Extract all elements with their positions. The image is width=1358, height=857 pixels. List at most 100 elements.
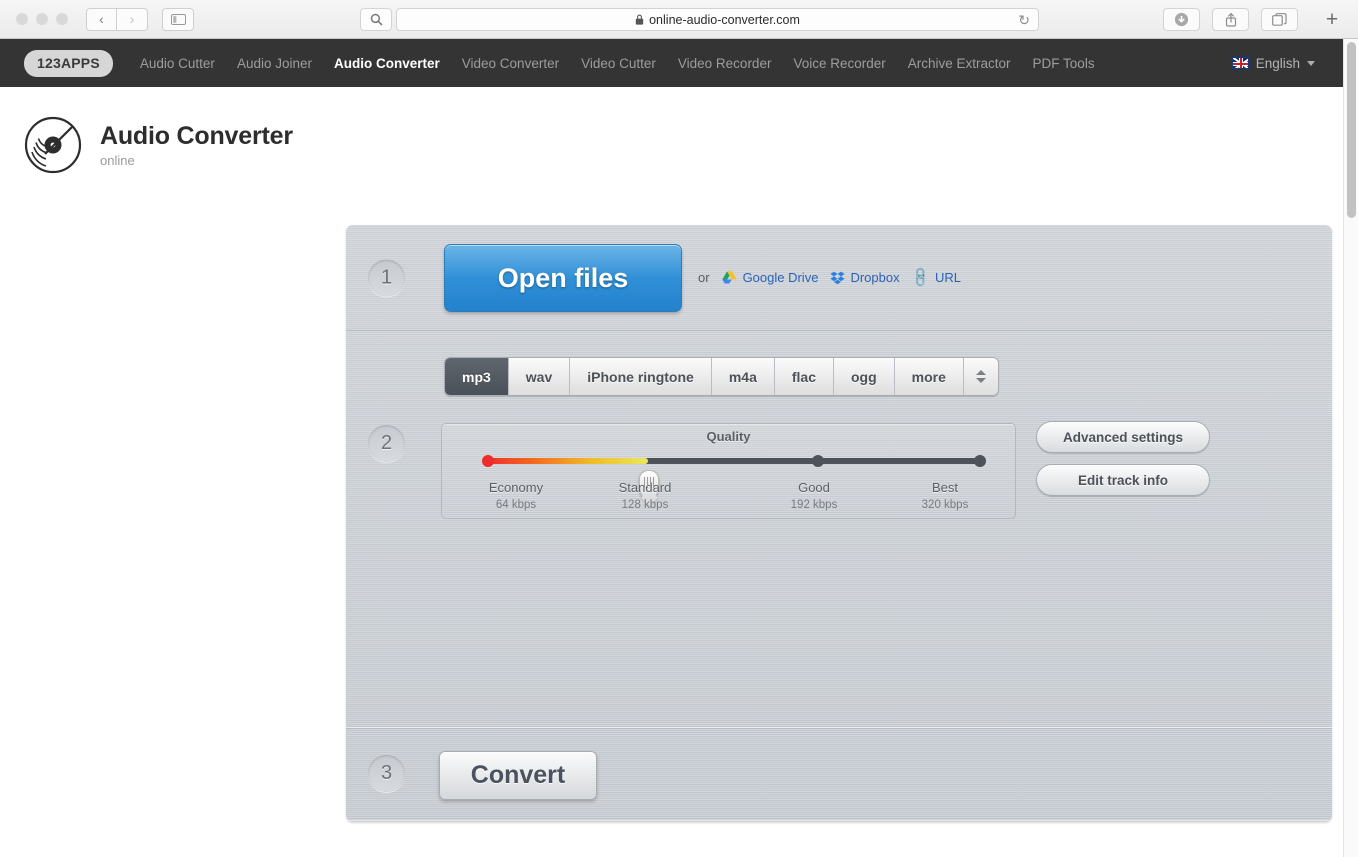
format-tab-wav[interactable]: wav — [509, 358, 570, 395]
open-files-button[interactable]: Open files — [444, 244, 682, 312]
slider-grip-icon — [644, 477, 654, 488]
advanced-settings-button[interactable]: Advanced settings — [1036, 421, 1210, 453]
window-traffic-lights[interactable] — [16, 13, 68, 25]
close-window-button[interactable] — [16, 13, 28, 25]
scrollbar-thumb[interactable] — [1347, 42, 1356, 218]
sidebar-toggle-button[interactable] — [162, 8, 194, 31]
page-title: Audio Converter — [100, 122, 293, 151]
dropbox-source-link[interactable]: Dropbox — [830, 270, 899, 285]
nav-item-video-cutter[interactable]: Video Cutter — [581, 56, 656, 71]
quality-slider-track[interactable] — [484, 458, 980, 464]
output-format-tabs: mp3 wav iPhone ringtone m4a flac ogg mor… — [444, 357, 999, 396]
share-button[interactable] — [1212, 8, 1249, 31]
show-tabs-button[interactable] — [1261, 8, 1298, 31]
or-label: or — [698, 270, 710, 285]
download-icon — [1174, 12, 1189, 27]
settings-buttons: Advanced settings Edit track info — [1036, 421, 1210, 496]
quality-stop-good[interactable] — [812, 455, 824, 467]
dropbox-label: Dropbox — [850, 270, 899, 285]
nav-item-audio-cutter[interactable]: Audio Cutter — [140, 56, 215, 71]
nav-item-audio-converter[interactable]: Audio Converter — [334, 56, 440, 71]
google-drive-icon — [722, 271, 737, 284]
page-subtitle: online — [100, 153, 293, 168]
quality-title: Quality — [442, 429, 1015, 444]
downloads-button[interactable] — [1163, 8, 1200, 31]
site-navigation-bar: 123APPS Audio Cutter Audio Joiner Audio … — [0, 39, 1343, 87]
quality-label-good[interactable]: Good 192 kbps — [758, 480, 870, 511]
maximize-window-button[interactable] — [56, 13, 68, 25]
language-label: English — [1256, 56, 1300, 71]
step-2-section: 2 mp3 wav iPhone ringtone m4a flac ogg m… — [346, 330, 1332, 728]
back-icon: ‹ — [99, 11, 104, 27]
sidebar-icon — [171, 14, 186, 25]
quality-label-economy[interactable]: Economy 64 kbps — [460, 480, 572, 511]
new-tab-button[interactable]: + — [1314, 5, 1350, 35]
navigation-buttons[interactable]: ‹ › — [86, 8, 148, 31]
quality-bitrate-economy: 64 kbps — [460, 499, 572, 511]
chevron-down-icon — [1307, 61, 1315, 66]
vinyl-record-icon — [24, 116, 82, 174]
nav-items: Audio Cutter Audio Joiner Audio Converte… — [140, 56, 1095, 71]
page-scrollbar[interactable] — [1343, 39, 1358, 857]
nav-item-pdf-tools[interactable]: PDF Tools — [1033, 56, 1095, 71]
quality-name-best: Best — [889, 480, 1001, 495]
format-tab-m4a[interactable]: m4a — [712, 358, 775, 395]
brand-logo-123apps[interactable]: 123APPS — [24, 50, 113, 77]
toolbar-right-buttons — [1163, 8, 1298, 31]
step-3-number: 3 — [368, 755, 405, 792]
dropbox-icon — [830, 271, 844, 284]
forward-button[interactable]: › — [117, 8, 148, 31]
quality-settings-box: Quality Economy 64 kbps Standard — [441, 423, 1016, 519]
lock-icon — [635, 14, 644, 25]
format-stepper-button[interactable] — [964, 358, 998, 395]
quality-bitrate-best: 320 kbps — [889, 499, 1001, 511]
quality-name-economy: Economy — [460, 480, 572, 495]
search-button[interactable] — [360, 8, 392, 31]
uk-flag-icon — [1232, 57, 1249, 69]
google-drive-source-link[interactable]: Google Drive — [722, 270, 819, 285]
nav-item-video-converter[interactable]: Video Converter — [462, 56, 559, 71]
google-drive-label: Google Drive — [743, 270, 819, 285]
page-header: Audio Converter online — [24, 116, 293, 174]
reload-button[interactable]: ↻ — [1018, 13, 1030, 27]
language-selector[interactable]: English — [1232, 56, 1315, 71]
format-tab-more[interactable]: more — [895, 358, 964, 395]
step-1-section: 1 Open files or Google Drive — [346, 225, 1332, 330]
step-1-number: 1 — [368, 259, 405, 296]
minimize-window-button[interactable] — [36, 13, 48, 25]
format-tab-mp3[interactable]: mp3 — [445, 358, 509, 395]
step-2-number: 2 — [368, 425, 405, 462]
format-tab-flac[interactable]: flac — [775, 358, 834, 395]
url-bar[interactable]: online-audio-converter.com ↻ — [396, 8, 1039, 31]
quality-stop-economy[interactable] — [482, 455, 494, 467]
alternate-sources: or Google Drive — [698, 269, 961, 286]
page-title-block: Audio Converter online — [100, 122, 293, 168]
nav-item-archive-extractor[interactable]: Archive Extractor — [908, 56, 1011, 71]
nav-item-audio-joiner[interactable]: Audio Joiner — [237, 56, 312, 71]
search-icon — [370, 13, 383, 26]
up-down-stepper-icon — [976, 370, 986, 383]
link-icon: 🔗 — [908, 265, 932, 289]
forward-icon: › — [130, 11, 135, 27]
quality-bitrate-standard: 128 kbps — [589, 499, 701, 511]
back-button[interactable]: ‹ — [86, 8, 117, 31]
url-label: URL — [935, 270, 961, 285]
convert-button[interactable]: Convert — [439, 751, 597, 800]
quality-bitrate-good: 192 kbps — [758, 499, 870, 511]
nav-item-video-recorder[interactable]: Video Recorder — [678, 56, 772, 71]
quality-stop-best[interactable] — [974, 455, 986, 467]
edit-track-info-button[interactable]: Edit track info — [1036, 464, 1210, 496]
tabs-icon — [1272, 13, 1287, 27]
format-tab-ogg[interactable]: ogg — [834, 358, 895, 395]
quality-name-good: Good — [758, 480, 870, 495]
quality-label-best[interactable]: Best 320 kbps — [889, 480, 1001, 511]
quality-slider-fill — [484, 458, 648, 464]
browser-toolbar: ‹ › online-audio-converter.com ↻ — [0, 0, 1358, 39]
url-source-link[interactable]: 🔗 URL — [912, 269, 961, 286]
nav-item-voice-recorder[interactable]: Voice Recorder — [793, 56, 885, 71]
url-value: online-audio-converter.com — [649, 13, 800, 27]
step-3-section: 3 Convert — [346, 728, 1332, 821]
converter-panel: 1 Open files or Google Drive — [346, 225, 1332, 822]
share-icon — [1224, 12, 1238, 27]
format-tab-iphone-ringtone[interactable]: iPhone ringtone — [570, 358, 712, 395]
